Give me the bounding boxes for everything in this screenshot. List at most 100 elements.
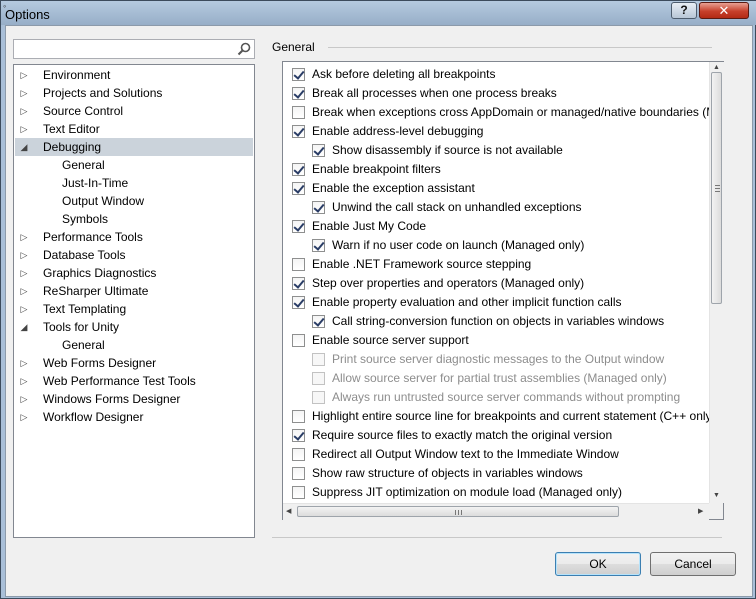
options-list[interactable]: Ask before deleting all breakpoints Break… — [282, 61, 724, 520]
tree-item[interactable]: Output Window — [15, 192, 253, 210]
option-checkbox[interactable] — [292, 429, 305, 442]
vertical-scrollbar[interactable]: ▲ ▼ — [709, 62, 724, 503]
title-bar[interactable]: ◦ Options ? ✕ — [1, 1, 756, 25]
option-checkbox[interactable] — [312, 239, 325, 252]
horizontal-scrollbar[interactable]: ◀ ▶ — [283, 503, 709, 520]
option-label: Enable .NET Framework source stepping — [312, 257, 532, 271]
tree-item-label: Workflow Designer — [43, 410, 144, 424]
option-checkbox[interactable] — [292, 334, 305, 347]
tree-item[interactable]: ▷ ReSharper Ultimate — [15, 282, 253, 300]
collapsed-arrow-icon[interactable]: ▷ — [19, 282, 29, 300]
option-label: Enable Just My Code — [312, 219, 427, 233]
search-input[interactable] — [16, 41, 235, 59]
tree-item-label: Tools for Unity — [43, 320, 120, 334]
tree-item-label: Output Window — [62, 194, 145, 208]
scroll-right-icon[interactable]: ▶ — [698, 508, 703, 516]
help-button[interactable]: ? — [671, 2, 697, 19]
button-divider — [272, 537, 722, 538]
expanded-arrow-icon[interactable]: ◢ — [19, 318, 29, 336]
collapsed-arrow-icon[interactable]: ▷ — [19, 300, 29, 318]
tree-item[interactable]: ▷ Projects and Solutions — [15, 84, 253, 102]
tree-item[interactable]: ▷ Source Control — [15, 102, 253, 120]
ok-button[interactable]: OK — [555, 552, 641, 576]
cancel-button[interactable]: Cancel — [650, 552, 736, 576]
option-checkbox[interactable] — [292, 410, 305, 423]
option-label: Suppress JIT optimization on module load… — [312, 485, 622, 499]
scroll-left-icon[interactable]: ◀ — [286, 508, 291, 516]
section-divider — [328, 47, 712, 48]
magnifier-icon[interactable] — [236, 41, 252, 57]
collapsed-arrow-icon[interactable]: ▷ — [19, 102, 29, 120]
tree-item-label: General — [62, 338, 105, 352]
tree-item[interactable]: ◢ Debugging — [15, 138, 253, 156]
collapsed-arrow-icon[interactable]: ▷ — [19, 390, 29, 408]
tree-item[interactable]: ▷ Web Performance Test Tools — [15, 372, 253, 390]
scrollbar-corner — [709, 503, 723, 519]
collapsed-arrow-icon[interactable]: ▷ — [19, 84, 29, 102]
option-checkbox[interactable] — [292, 296, 305, 309]
option-label: Unwind the call stack on unhandled excep… — [332, 200, 582, 214]
collapsed-arrow-icon[interactable]: ▷ — [19, 246, 29, 264]
option-checkbox — [312, 372, 325, 385]
option-label: Enable property evaluation and other imp… — [312, 295, 622, 309]
option-checkbox[interactable] — [292, 277, 305, 290]
tree-item-label: Debugging — [43, 140, 102, 154]
collapsed-arrow-icon[interactable]: ▷ — [19, 372, 29, 390]
scroll-up-icon[interactable]: ▲ — [713, 64, 720, 72]
option-checkbox[interactable] — [292, 258, 305, 271]
horizontal-scroll-thumb[interactable] — [297, 506, 619, 517]
tree-item[interactable]: ◢ Tools for Unity — [15, 318, 253, 336]
tree-item[interactable]: ▷ Text Editor — [15, 120, 253, 138]
scroll-down-icon[interactable]: ▼ — [713, 492, 720, 500]
option-checkbox[interactable] — [292, 68, 305, 81]
tree-item[interactable]: ▷ Performance Tools — [15, 228, 253, 246]
option-label: Call string-conversion function on objec… — [332, 314, 665, 328]
option-label: Print source server diagnostic messages … — [332, 352, 665, 366]
collapsed-arrow-icon[interactable]: ▷ — [19, 120, 29, 138]
option-checkbox[interactable] — [292, 125, 305, 138]
option-checkbox[interactable] — [292, 220, 305, 233]
search-box[interactable] — [13, 39, 255, 59]
close-button[interactable]: ✕ — [699, 2, 749, 19]
tree-item[interactable]: Just-In-Time — [15, 174, 253, 192]
collapsed-arrow-icon[interactable]: ▷ — [19, 66, 29, 84]
option-label: Enable the exception assistant — [312, 181, 475, 195]
collapsed-arrow-icon[interactable]: ▷ — [19, 228, 29, 246]
vertical-scroll-thumb[interactable] — [711, 72, 722, 304]
tree-item[interactable]: ▷ Text Templating — [15, 300, 253, 318]
option-checkbox[interactable] — [292, 106, 305, 119]
tree-item[interactable]: ▷ Database Tools — [15, 246, 253, 264]
tree-item-label: Web Forms Designer — [43, 356, 157, 370]
collapsed-arrow-icon[interactable]: ▷ — [19, 354, 29, 372]
option-checkbox[interactable] — [292, 448, 305, 461]
tree-item[interactable]: ▷ Workflow Designer — [15, 408, 253, 426]
tree-item[interactable]: ▷ Graphics Diagnostics — [15, 264, 253, 282]
option-checkbox[interactable] — [292, 182, 305, 195]
tree-item-label: Symbols — [62, 212, 109, 226]
section-title: General — [272, 40, 315, 54]
tree-item-label: Web Performance Test Tools — [43, 374, 196, 388]
tree-item[interactable]: ▷ Environment — [15, 66, 253, 84]
option-checkbox[interactable] — [312, 144, 325, 157]
option-checkbox[interactable] — [292, 163, 305, 176]
grip-line — [461, 510, 462, 515]
expanded-arrow-icon[interactable]: ◢ — [19, 138, 29, 156]
option-checkbox[interactable] — [312, 201, 325, 214]
option-label: Break when exceptions cross AppDomain or… — [312, 105, 717, 119]
collapsed-arrow-icon[interactable]: ▷ — [19, 408, 29, 426]
collapsed-arrow-icon[interactable]: ▷ — [19, 264, 29, 282]
tree-item-label: Projects and Solutions — [43, 86, 163, 100]
options-tree[interactable]: ▷ Environment ▷ Projects and Solutions ▷ Sour… — [13, 64, 255, 538]
option-checkbox[interactable] — [292, 467, 305, 480]
tree-item[interactable]: General — [15, 156, 253, 174]
tree-item-label: Source Control — [43, 104, 124, 118]
option-checkbox[interactable] — [292, 87, 305, 100]
tree-item[interactable]: General — [15, 336, 253, 354]
tree-item[interactable]: Symbols — [15, 210, 253, 228]
tree-item[interactable]: ▷ Windows Forms Designer — [15, 390, 253, 408]
tree-item-label: Windows Forms Designer — [43, 392, 181, 406]
option-label: Always run untrusted source server comma… — [332, 390, 681, 404]
option-checkbox[interactable] — [312, 315, 325, 328]
tree-item[interactable]: ▷ Web Forms Designer — [15, 354, 253, 372]
option-checkbox[interactable] — [292, 486, 305, 499]
